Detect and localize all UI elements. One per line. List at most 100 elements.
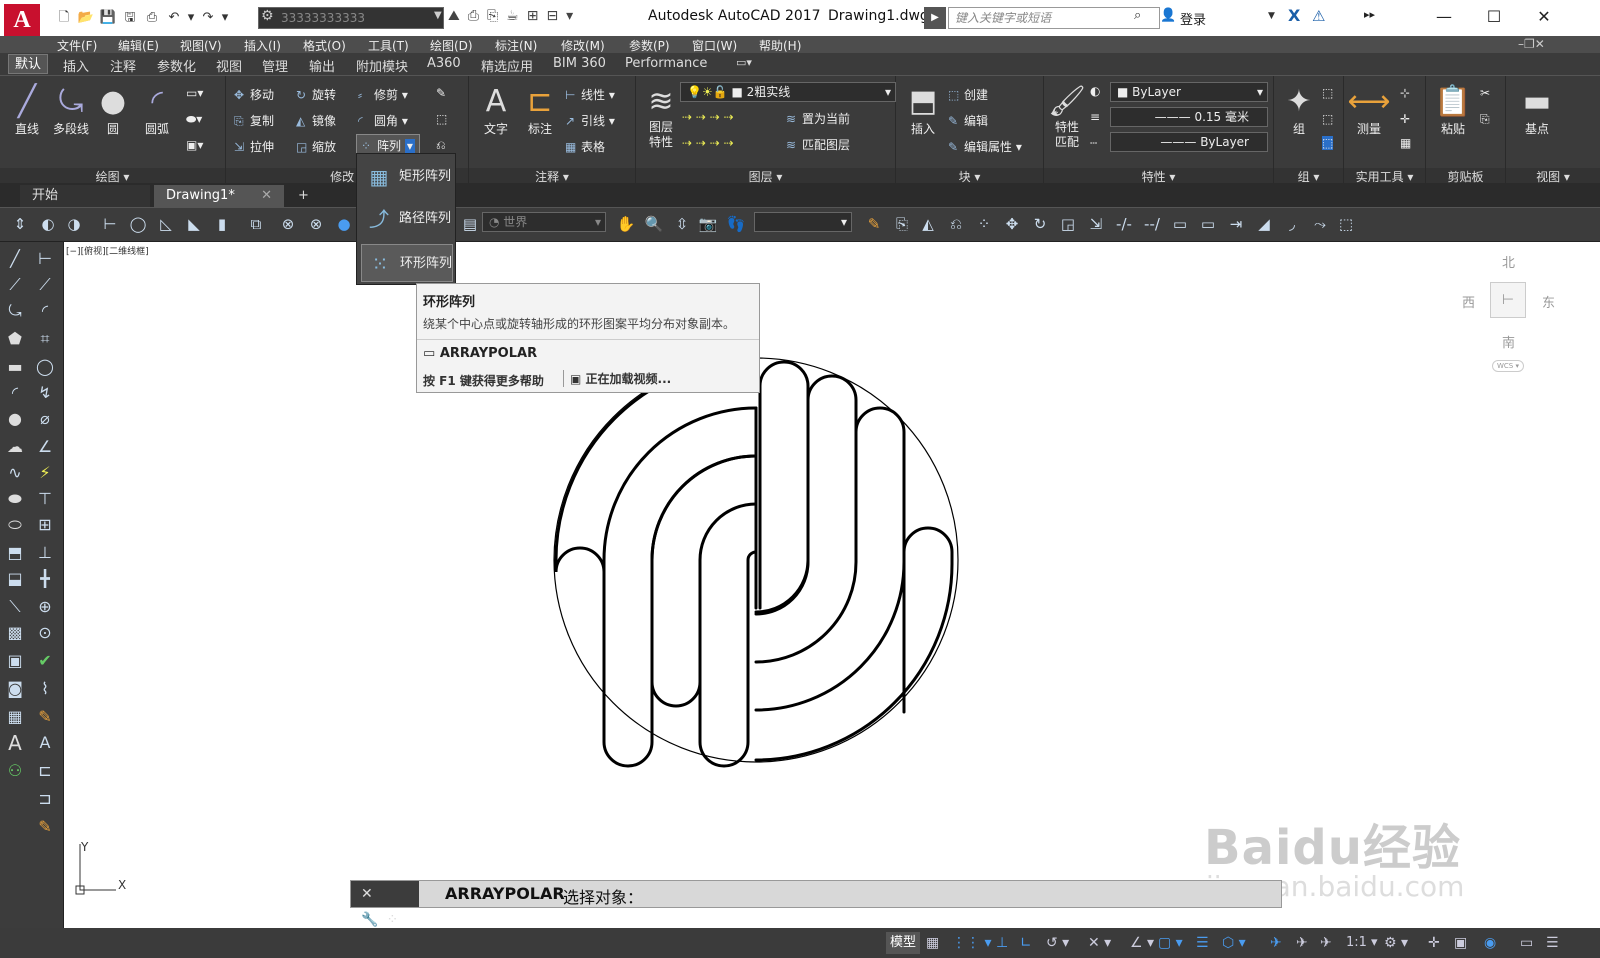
center-mark-tool-icon[interactable]: ⊙ (34, 622, 56, 644)
menu-modify[interactable]: 修改(M) (561, 37, 605, 54)
redo-dropdown-icon[interactable]: ▾ (220, 9, 230, 27)
model-space-button[interactable]: 模型 (886, 932, 920, 954)
mtext-tool-icon[interactable]: A (4, 732, 26, 754)
edit-block-button[interactable]: ✎ 编辑 (948, 112, 988, 129)
dim-jogged-tool-icon[interactable]: ↯ (34, 382, 56, 404)
viewcube[interactable]: 北 西 东 南 ⊢ WCS ▾ (1458, 250, 1562, 378)
lineweight-icon[interactable]: ≡ (1090, 110, 1100, 124)
customization-icon[interactable]: ☰ (1546, 934, 1559, 952)
snap-icon[interactable]: ⋮⋮ ▾ (952, 934, 991, 952)
close-command-icon[interactable]: ✕ (361, 886, 381, 902)
measure-button[interactable]: ⟷ 测量 (1346, 84, 1392, 137)
camera-icon[interactable]: 📷 (698, 214, 718, 234)
drawing-canvas[interactable]: [−][俯视][二维线框] Y X 北 西 东 南 ⊢ WCS ▾ Baidu经… (64, 242, 1600, 928)
search-expand-icon[interactable]: ▶ (924, 7, 946, 29)
insert-block-tool-icon[interactable]: ⬒ (4, 542, 26, 564)
blend-icon[interactable]: ⤳ (1310, 214, 1330, 234)
tab-parametric[interactable]: 参数化 (157, 56, 196, 75)
grid-icon[interactable]: ▦ (926, 934, 939, 952)
jogged-linear-tool-icon[interactable]: ⌇ (34, 678, 56, 700)
view-icon[interactable]: ▤ (460, 214, 480, 234)
tab-insert[interactable]: 插入 (63, 56, 89, 75)
tab-output[interactable]: 输出 (309, 56, 335, 75)
menu-tools[interactable]: 工具(T) (368, 37, 409, 54)
scale-button[interactable]: ◲ 缩放 (296, 138, 336, 155)
stretch-button[interactable]: ⇲ 拉伸 (234, 138, 274, 155)
rotate-tool-icon[interactable]: ↻ (1030, 214, 1050, 234)
open-file-icon[interactable]: 📂 (76, 9, 96, 27)
undo-icon[interactable]: ↶ (164, 9, 184, 27)
color-dropdown[interactable]: ■ ByLayer ▾ (1110, 82, 1268, 102)
linear-button[interactable]: ⊢ 线性 ▾ (565, 86, 615, 103)
menu-view[interactable]: 视图(V) (180, 37, 222, 54)
table-button[interactable]: ▦ 表格 (565, 138, 605, 155)
workspace-dropdown-icon[interactable]: ▼ (434, 10, 442, 21)
base-view-button[interactable]: ▬ 基点 (1514, 84, 1560, 137)
draw-ellipse-arc-icon[interactable]: ⬭ (4, 514, 26, 536)
object-snap-tracking-icon[interactable]: ∠ ▾ (1130, 934, 1154, 952)
login-dropdown-icon[interactable]: ▼ (1268, 11, 1275, 21)
draw-circle-icon[interactable]: ● (4, 408, 26, 430)
draw-ellipse-icon[interactable]: ⬬ (4, 488, 26, 510)
dim-baseline-icon[interactable]: ◣ (184, 214, 204, 234)
dimension-button[interactable]: ⊏ 标注 (517, 84, 563, 137)
minimize-button[interactable]: — (1428, 4, 1460, 30)
tab-bim360[interactable]: BIM 360 (553, 56, 606, 71)
ucs-dropdown[interactable]: ◔ 世界 ▾ (482, 212, 606, 232)
menu-insert[interactable]: 插入(I) (244, 37, 281, 54)
mirror-tool-icon[interactable]: ◭ (918, 214, 938, 234)
draw-polyline-icon[interactable]: ⤿ (4, 300, 26, 322)
dim-continue-tool-icon[interactable]: ⊞ (34, 514, 56, 536)
group-utilities-title[interactable]: 实用工具 ▾ (1344, 168, 1425, 184)
tab-performance[interactable]: Performance (625, 56, 707, 71)
hatch-tool-icon[interactable]: ▩ (4, 622, 26, 644)
sphere-2-icon[interactable]: ⊗ (306, 214, 326, 234)
color-wheel-icon[interactable]: ◐ (1090, 84, 1100, 98)
autocad-logo[interactable]: A (4, 4, 40, 36)
group-properties-title[interactable]: 特性 ▾ (1044, 168, 1273, 184)
dim-ordinate-tool-icon[interactable]: ⌗ (34, 328, 56, 350)
leader-button[interactable]: ↗ 引线 ▾ (565, 112, 615, 129)
ucs-handle-icon[interactable]: ⇕ (10, 214, 30, 234)
copy-clip-icon[interactable]: ⎘ (1480, 112, 1490, 127)
viewcube-north[interactable]: 北 (1502, 252, 1515, 271)
trim-button[interactable]: ⸗ 修剪 ▾ (358, 86, 408, 103)
make-block-icon[interactable]: ⬓ (4, 568, 26, 590)
undo-dropdown-icon[interactable]: ▾ (186, 9, 196, 27)
offset-icon[interactable]: ⎌ (436, 138, 446, 153)
dim-angle-icon[interactable]: ◺ (156, 214, 176, 234)
point-tool-icon[interactable]: ⟍ (4, 596, 26, 618)
lineweight-dropdown[interactable]: ——— 0.15 毫米 (1110, 107, 1268, 127)
draw-rectangle-icon[interactable]: ▬ (4, 356, 26, 378)
object-snap-icon[interactable]: ▢ ▾ (1158, 934, 1183, 952)
workspace-select[interactable]: 33333333333 (258, 7, 444, 29)
arc-button[interactable]: ◜ 圆弧 (134, 84, 180, 137)
hatch-icon[interactable]: ⬬▾ (186, 112, 202, 127)
match-layer-button[interactable]: ≋ 匹配图层 (786, 136, 850, 153)
redo-icon[interactable]: ↷ (198, 9, 218, 27)
sphere-1-icon[interactable]: ⊗ (278, 214, 298, 234)
doc-window-controls[interactable]: –❐✕ (1518, 37, 1545, 51)
dim-arc-tool-icon[interactable]: ◜ (34, 300, 56, 322)
tab-home[interactable]: 默认 (8, 54, 49, 74)
rect-array-item[interactable]: ▦ 矩形阵列 (361, 158, 453, 196)
rotate-button[interactable]: ↻ 旋转 (296, 86, 336, 103)
group-button[interactable]: ✦ 组 (1276, 84, 1322, 137)
match-properties-button[interactable]: 🖌 特性 匹配 (1044, 84, 1090, 150)
auto-scale-icon[interactable]: ✈ (1296, 934, 1308, 952)
layer-dropdown[interactable]: 💡☀🔓 ■ 2粗实线 ▾ (680, 82, 896, 102)
box-icon[interactable]: ▮ (212, 214, 232, 234)
menu-draw[interactable]: 绘图(D) (430, 37, 473, 54)
move-button[interactable]: ✥ 移动 (234, 86, 274, 103)
group-layers-title[interactable]: 图层 ▾ (636, 168, 895, 184)
new-tab-button[interactable]: + (290, 185, 318, 207)
viewcube-east[interactable]: 东 (1542, 292, 1555, 311)
search-input[interactable]: 键入关键字或短语 (948, 7, 1160, 29)
cut-icon[interactable]: ✂ (1480, 86, 1490, 100)
quick-dim-tool-icon[interactable]: ⚡ (34, 462, 56, 484)
draw-line-icon[interactable]: ╱ (4, 248, 26, 270)
layer-tools-row1[interactable]: ⇢ ⇢ ⇢ ⇢ (682, 110, 734, 124)
close-tab-icon[interactable]: ✕ (261, 185, 272, 207)
dim-style-tool-icon[interactable]: ⊐ (34, 788, 56, 810)
dim-text-edit-tool-icon[interactable]: A (34, 732, 56, 754)
